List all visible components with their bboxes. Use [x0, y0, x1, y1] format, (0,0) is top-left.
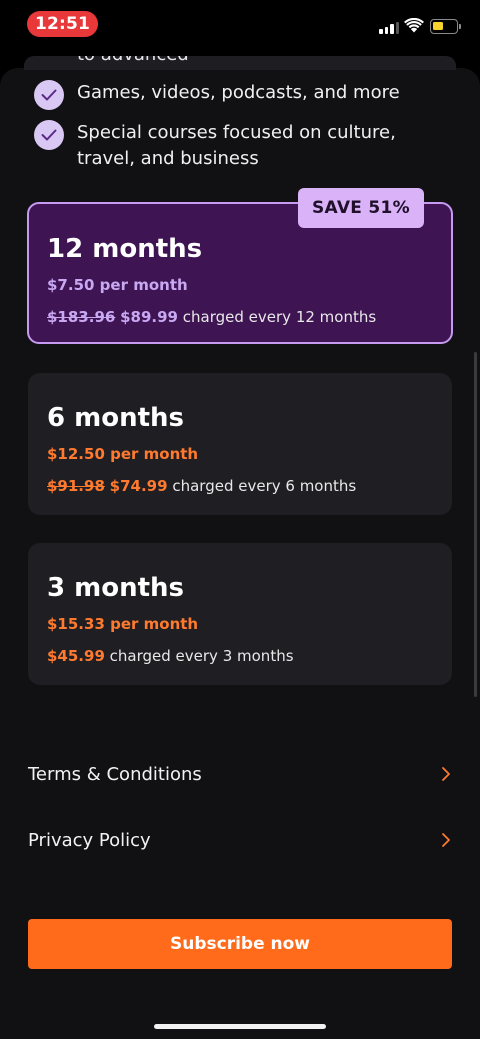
plan-card-6-months[interactable]: 6 months $12.50 per month $91.98 $74.99 …: [28, 373, 452, 515]
plan-billing-text: charged every 3 months: [109, 647, 294, 665]
plan-price: $89.99: [120, 308, 178, 326]
wifi-icon: [404, 18, 424, 33]
save-badge: SAVE 51%: [298, 188, 424, 228]
subscribe-button[interactable]: Subscribe now: [28, 919, 452, 969]
plan-card-3-months[interactable]: 3 months $15.33 per month $45.99 charged…: [28, 543, 452, 685]
checkmark-icon: [34, 120, 64, 150]
screen: 12:51 to advanced Games, videos, podcast…: [0, 0, 480, 1039]
scrollbar[interactable]: [474, 352, 477, 697]
battery-icon: [430, 19, 461, 34]
plan-price: $74.99: [109, 477, 168, 495]
plan-monthly-price: $15.33 per month: [47, 615, 199, 633]
link-label: Privacy Policy: [28, 829, 151, 851]
plan-monthly-price: $12.50 per month: [47, 445, 199, 463]
cellular-signal-icon: [379, 22, 399, 34]
plan-total-line: $183.96 $89.99 charged every 12 months: [47, 308, 376, 326]
chevron-right-icon: [442, 767, 450, 781]
plan-title: 12 months: [47, 234, 203, 264]
terms-conditions-link[interactable]: Terms & Conditions: [28, 754, 452, 794]
plan-billing-text: charged every 6 months: [172, 477, 357, 495]
plan-original-price: $91.98: [47, 477, 105, 495]
feature-label: Games, videos, podcasts, and more: [77, 82, 400, 103]
plan-title: 3 months: [47, 573, 185, 603]
plan-total-line: $91.98 $74.99 charged every 6 months: [47, 477, 356, 495]
feature-label: Special courses focused on culture, trav…: [77, 122, 396, 169]
plan-price: $45.99: [47, 647, 105, 665]
chevron-right-icon: [442, 833, 450, 847]
home-indicator[interactable]: [154, 1024, 326, 1029]
feature-item: Special courses focused on culture, trav…: [34, 120, 457, 172]
status-time[interactable]: 12:51: [27, 11, 98, 37]
status-bar: 12:51: [0, 0, 480, 48]
feature-item: Games, videos, podcasts, and more: [34, 80, 457, 110]
feature-cut-off-text: to advanced: [77, 56, 189, 76]
checkmark-icon: [34, 80, 64, 110]
plan-original-price: $183.96: [47, 308, 116, 326]
plan-title: 6 months: [47, 403, 185, 433]
link-label: Terms & Conditions: [28, 763, 202, 785]
plan-monthly-price: $7.50 per month: [47, 276, 188, 294]
plan-billing-text: charged every 12 months: [182, 308, 377, 326]
plan-total-line: $45.99 charged every 3 months: [47, 647, 294, 665]
privacy-policy-link[interactable]: Privacy Policy: [28, 820, 452, 860]
